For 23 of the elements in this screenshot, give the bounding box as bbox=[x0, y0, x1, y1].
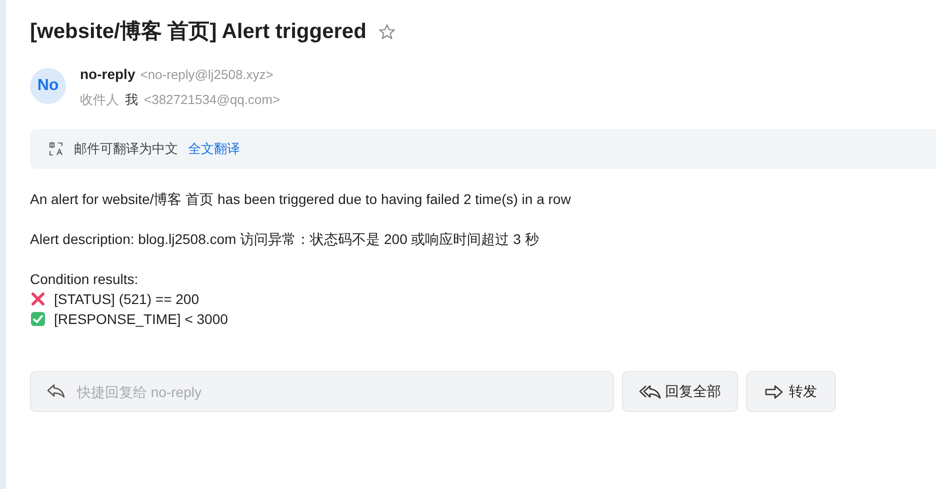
condition-result: [RESPONSE_TIME] < 3000 bbox=[54, 310, 228, 329]
forward-icon bbox=[765, 384, 783, 398]
recipient-label: 收件人 bbox=[80, 90, 119, 108]
sender-name[interactable]: no-reply bbox=[80, 64, 136, 84]
reply-all-button[interactable]: 回复全部 bbox=[622, 371, 738, 412]
translate-icon bbox=[48, 141, 64, 157]
sender-address: <no-reply@lj2508.xyz> bbox=[140, 66, 274, 84]
check-icon bbox=[30, 311, 46, 327]
reply-icon bbox=[46, 383, 66, 399]
body-paragraph: Alert description: blog.lj2508.com 访问异常：状态码不是 200 或响应时间超过 3 秒 bbox=[30, 230, 540, 249]
body-paragraph: An alert for website/博客 首页 has been triggered due to having failed 2 time(s) in a row bbox=[30, 190, 572, 209]
sender-avatar: No bbox=[30, 68, 66, 104]
recipient-name[interactable]: 我 bbox=[125, 90, 138, 109]
star-icon[interactable] bbox=[378, 22, 396, 41]
translate-link[interactable]: 全文翻译 bbox=[188, 139, 240, 159]
reply-all-icon bbox=[639, 384, 661, 400]
forward-button[interactable]: 转发 bbox=[746, 371, 836, 412]
results-heading: Condition results: bbox=[30, 270, 140, 289]
recipient-address: <382721534@qq.com> bbox=[144, 90, 280, 109]
condition-result: [STATUS] (521) == 200 bbox=[54, 290, 199, 309]
email-subject: [website/博客 首页] Alert triggered bbox=[30, 18, 366, 45]
translate-message: 邮件可翻译为中文 bbox=[74, 140, 178, 158]
cross-icon bbox=[30, 291, 46, 307]
